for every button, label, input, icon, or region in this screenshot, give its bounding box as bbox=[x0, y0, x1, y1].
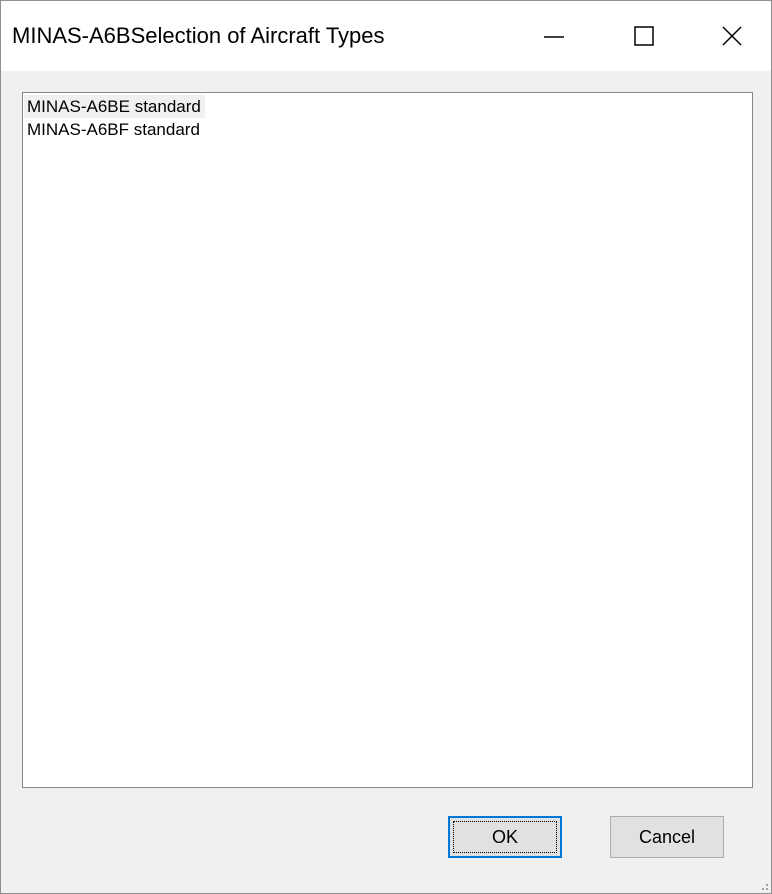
title-bar[interactable]: MINAS-A6BSelection of Aircraft Types bbox=[1, 1, 771, 71]
maximize-button[interactable] bbox=[599, 1, 689, 71]
aircraft-type-list[interactable]: MINAS-A6BE standard MINAS-A6BF standard bbox=[22, 92, 753, 788]
list-item-label: MINAS-A6BE standard bbox=[27, 97, 201, 116]
minimize-button[interactable] bbox=[509, 1, 599, 71]
list-item[interactable]: MINAS-A6BE standard bbox=[24, 95, 205, 118]
ok-button[interactable]: OK bbox=[448, 816, 562, 858]
focus-rectangle bbox=[453, 821, 557, 853]
resize-grip-icon[interactable] bbox=[757, 879, 769, 891]
dialog-window: MINAS-A6BSelection of Aircraft Types MIN… bbox=[0, 0, 772, 894]
close-button[interactable] bbox=[687, 1, 772, 71]
list-item[interactable]: MINAS-A6BF standard bbox=[24, 118, 204, 141]
cancel-button-label: Cancel bbox=[638, 826, 696, 847]
minimize-icon bbox=[544, 36, 564, 38]
close-icon bbox=[722, 26, 742, 46]
maximize-icon bbox=[634, 26, 654, 46]
list-item-label: MINAS-A6BF standard bbox=[27, 120, 200, 139]
window-title: MINAS-A6BSelection of Aircraft Types bbox=[12, 23, 385, 48]
cancel-button[interactable]: Cancel bbox=[610, 816, 724, 858]
